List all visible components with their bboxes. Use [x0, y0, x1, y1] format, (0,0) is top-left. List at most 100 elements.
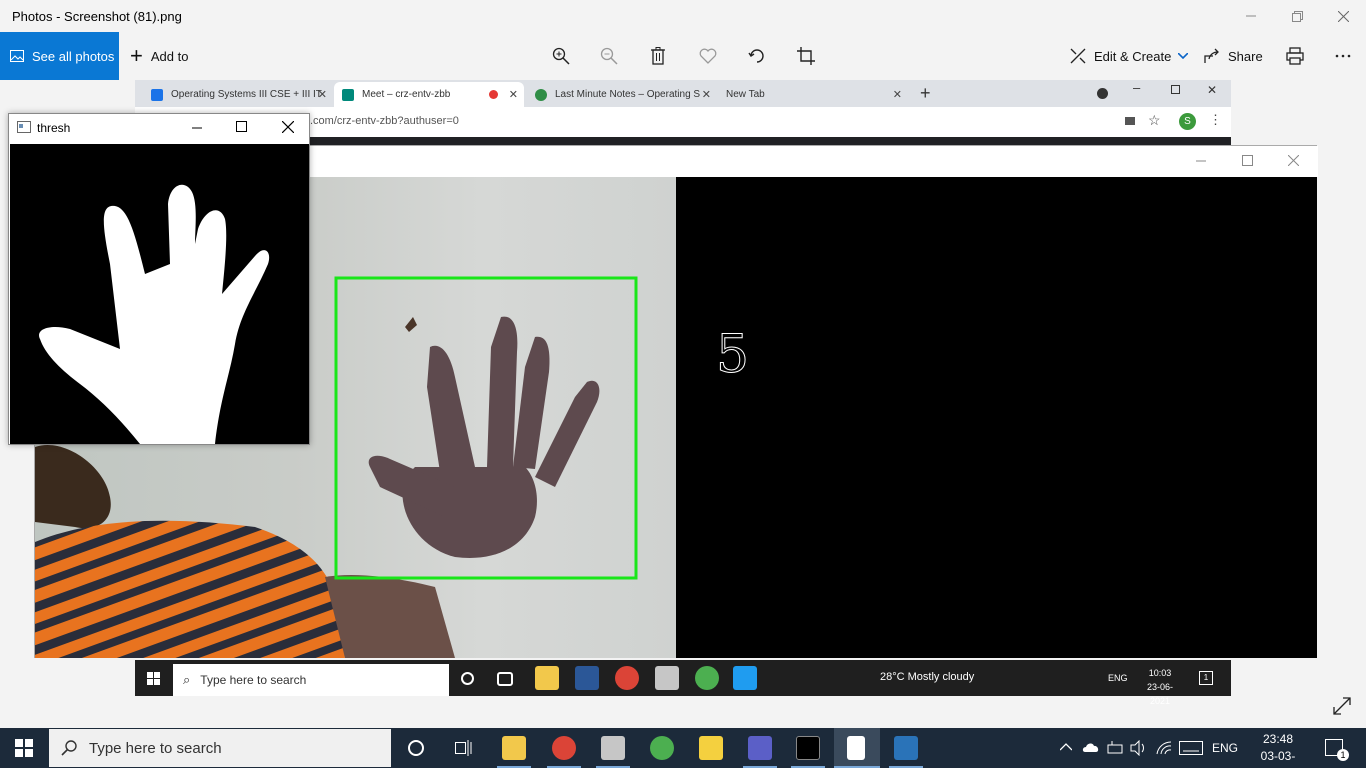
tab-search-icon[interactable] [1097, 88, 1108, 99]
chrome-profile-icon[interactable] [695, 666, 719, 690]
close-tab-icon[interactable]: ✕ [318, 88, 327, 101]
heart-icon[interactable] [696, 44, 720, 68]
finger-count-text: 5 [715, 325, 750, 386]
document-icon[interactable] [655, 666, 679, 690]
browser-restore-icon[interactable] [1171, 85, 1180, 94]
chevron-down-icon [1178, 53, 1189, 59]
crop-icon[interactable] [794, 44, 818, 68]
share-icon [1204, 48, 1219, 63]
url-text: .com/crz-entv-zbb?authuser=0 [310, 115, 459, 127]
maximize-icon[interactable] [1242, 155, 1253, 166]
tab-operating-systems[interactable]: Operating Systems III CSE + III IT ✕ [143, 82, 333, 107]
edit-create-label: Edit & Create [1094, 48, 1172, 64]
browser-minimize-icon[interactable]: – [1133, 80, 1140, 95]
terminal-icon[interactable] [796, 736, 820, 760]
time: 23:48 [1262, 732, 1294, 746]
teams-icon[interactable] [748, 736, 772, 760]
task-view-icon[interactable] [455, 740, 473, 756]
close-icon[interactable] [282, 121, 294, 133]
see-all-photos-label: See all photos [32, 48, 115, 64]
tab-label: Last Minute Notes – Operating S [555, 89, 701, 100]
network-icon[interactable] [1106, 740, 1124, 756]
inner-search-box[interactable]: ⌕ Type here to search [173, 664, 449, 696]
share-button[interactable]: Share [1204, 32, 1263, 80]
tab-new-tab[interactable]: New Tab ✕ [718, 82, 908, 107]
cortana-icon[interactable] [461, 672, 474, 685]
restore-button[interactable] [1274, 0, 1320, 32]
zoom-out-icon[interactable] [597, 44, 621, 68]
photos-title-bar: Photos - Screenshot (81).png [0, 0, 1366, 32]
start-button[interactable] [0, 728, 48, 768]
close-button[interactable] [1320, 0, 1366, 32]
photos-app-icon[interactable] [894, 736, 918, 760]
word-icon[interactable] [575, 666, 599, 690]
document-icon[interactable] [601, 736, 625, 760]
thresh-window: thresh [8, 113, 310, 445]
window-title: Photos - Screenshot (81).png [12, 9, 182, 24]
profile-avatar[interactable]: S [1179, 113, 1196, 130]
add-to-label: Add to [150, 48, 189, 64]
edit-icon [1070, 48, 1086, 64]
task-view-icon[interactable] [497, 672, 513, 686]
taskbar: Type here to search ENG 23:48 03-03-2022… [0, 728, 1366, 768]
chrome-menu-icon[interactable]: ⋮ [1209, 112, 1222, 128]
chrome-icon[interactable] [552, 736, 576, 760]
inner-clock[interactable]: 10:03 23-06-2021 [1137, 666, 1183, 708]
chrome-icon[interactable] [615, 666, 639, 690]
vscode-icon[interactable] [733, 666, 757, 690]
search-placeholder: Type here to search [89, 739, 222, 757]
chrome-profile-icon[interactable] [650, 736, 674, 760]
tab-label: Meet – crz-entv-zbb [362, 89, 451, 100]
print-icon[interactable] [1283, 44, 1307, 68]
counter-strike-icon[interactable] [699, 736, 723, 760]
full-screen-icon[interactable] [1330, 694, 1354, 718]
new-tab-plus-icon[interactable]: + [920, 83, 931, 104]
minimize-icon[interactable] [192, 127, 202, 129]
close-tab-icon[interactable]: ✕ [893, 88, 902, 101]
tab-label: Operating Systems III CSE + III IT [171, 89, 322, 100]
close-icon[interactable] [1288, 155, 1299, 166]
maximize-icon[interactable] [236, 121, 247, 132]
file-explorer-icon[interactable] [535, 666, 559, 690]
taskbar-search-box[interactable]: Type here to search [48, 728, 392, 768]
onedrive-icon[interactable] [1082, 741, 1100, 753]
search-icon: ⌕ [183, 672, 191, 687]
camera-icon[interactable] [1125, 117, 1135, 125]
minimize-icon[interactable] [1196, 160, 1206, 162]
inner-notification-icon[interactable]: 1 [1199, 671, 1213, 685]
tab-last-minute-notes[interactable]: Last Minute Notes – Operating S ✕ [527, 82, 717, 107]
windows-start-icon[interactable] [147, 672, 161, 686]
notepad-icon[interactable] [847, 736, 865, 760]
finger-count-pane: 5 [676, 177, 1317, 658]
chevron-up-icon[interactable] [1060, 743, 1072, 751]
inner-language[interactable]: ENG [1108, 673, 1128, 683]
edit-create-button[interactable]: Edit & Create [1070, 32, 1189, 80]
clock[interactable]: 23:48 03-03-2022 [1248, 731, 1308, 768]
see-all-photos-button[interactable]: See all photos [0, 32, 119, 80]
cortana-icon[interactable] [408, 740, 424, 756]
wifi-icon[interactable] [1155, 740, 1173, 756]
add-to-button[interactable]: + Add to [130, 32, 188, 80]
keyboard-icon[interactable] [1179, 741, 1203, 755]
close-tab-icon[interactable]: ✕ [509, 88, 518, 101]
search-icon [61, 740, 77, 756]
browser-tab-strip: Operating Systems III CSE + III IT ✕ Mee… [135, 80, 1231, 107]
tab-meet[interactable]: Meet – crz-entv-zbb ✕ [334, 82, 524, 107]
inner-weather[interactable]: 28°C Mostly cloudy [880, 671, 974, 683]
browser-close-icon[interactable]: ✕ [1207, 83, 1217, 97]
close-tab-icon[interactable]: ✕ [702, 88, 711, 101]
more-options-icon[interactable] [1331, 44, 1355, 68]
bookmark-star-icon[interactable]: ☆ [1148, 112, 1161, 129]
file-explorer-icon[interactable] [502, 736, 526, 760]
language-indicator[interactable]: ENG [1212, 741, 1238, 755]
inner-time: 10:03 [1148, 668, 1172, 678]
share-label: Share [1228, 48, 1263, 64]
minimize-button[interactable] [1228, 0, 1274, 32]
volume-icon[interactable] [1130, 740, 1148, 756]
notification-icon[interactable]: 1 [1325, 739, 1349, 761]
delete-icon[interactable] [646, 44, 670, 68]
zoom-in-icon[interactable] [549, 44, 573, 68]
threshold-image [10, 144, 309, 444]
rotate-icon[interactable] [745, 44, 769, 68]
plus-icon: + [130, 43, 143, 68]
